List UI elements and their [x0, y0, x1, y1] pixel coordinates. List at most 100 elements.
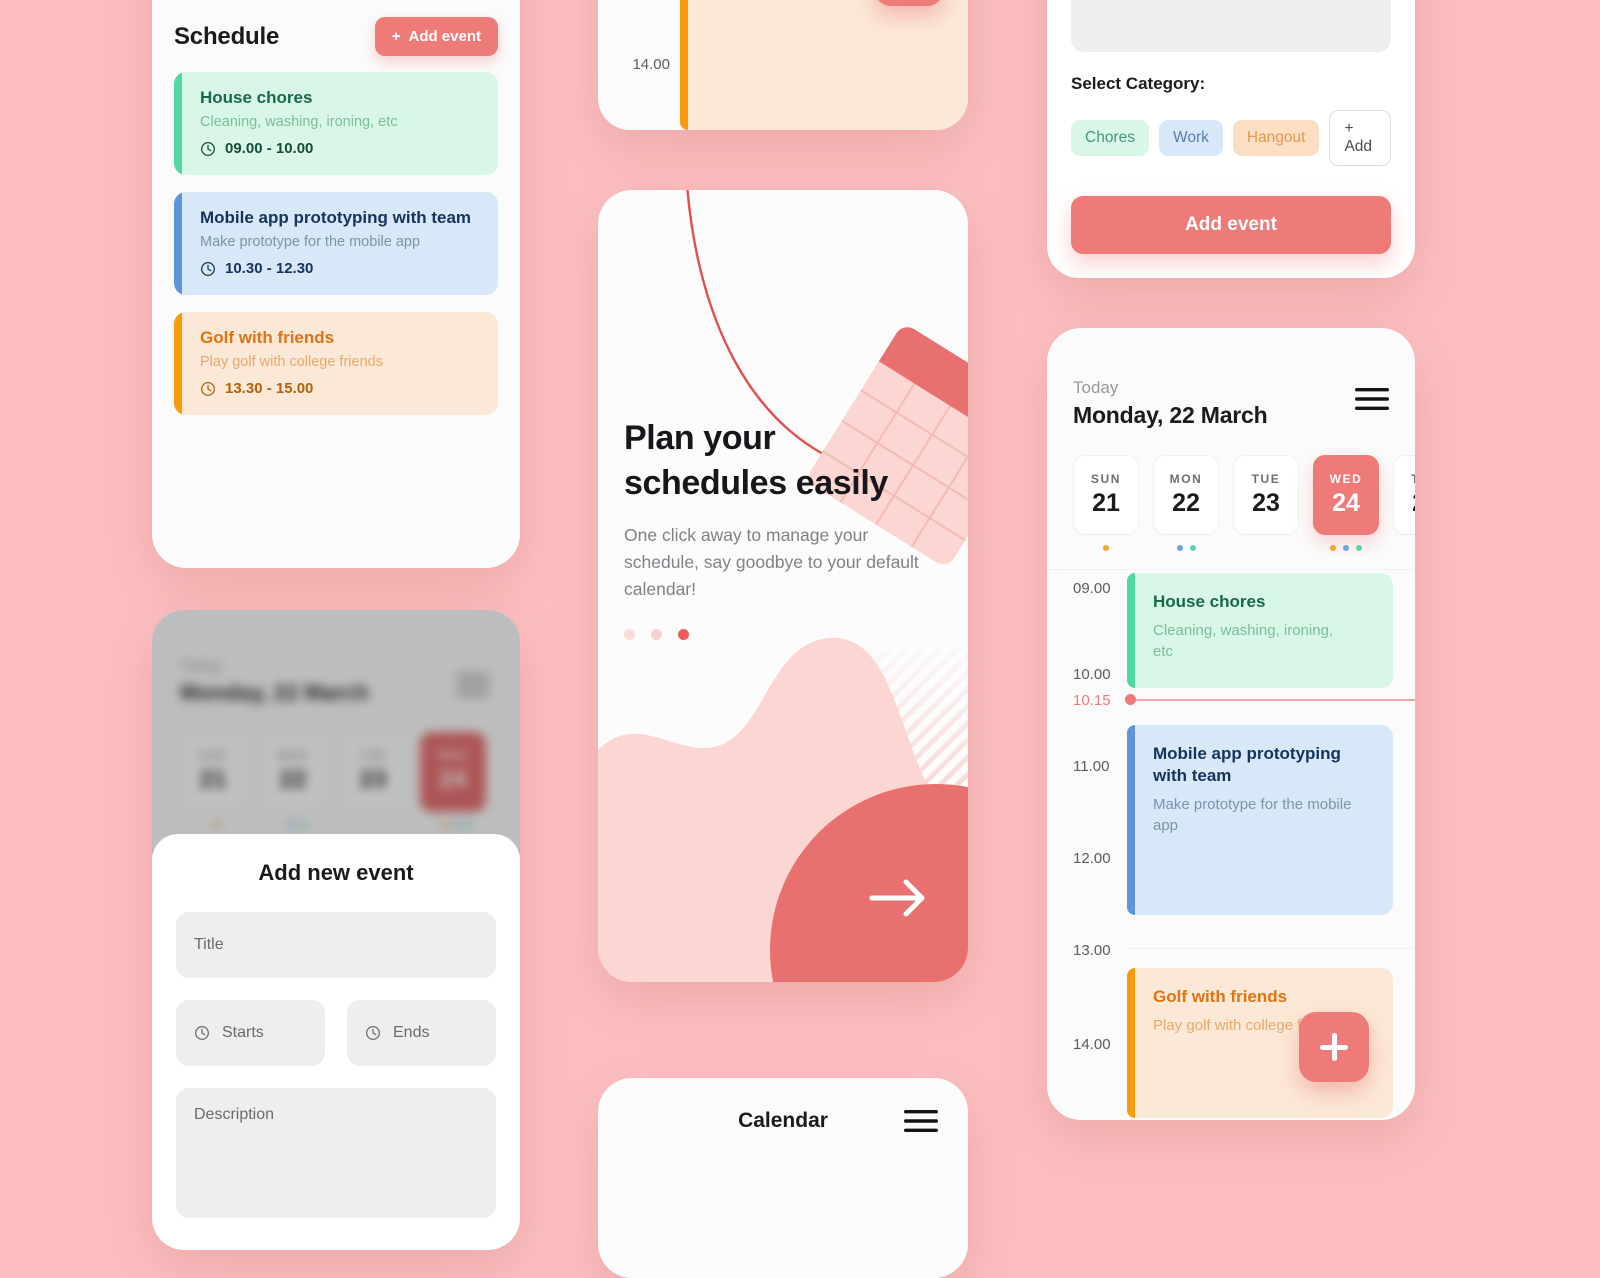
- event-title: Mobile app prototyping with team: [1153, 744, 1341, 786]
- onboarding-copy: Plan your schedules easily One click awa…: [624, 416, 938, 641]
- pagination-dot[interactable]: [624, 629, 635, 641]
- day-pill-mon[interactable]: MON 22: [1153, 455, 1219, 535]
- day-pill-sun[interactable]: SUN 21: [1073, 455, 1139, 535]
- starts-placeholder: Starts: [222, 1024, 264, 1041]
- indicator-dot: [1356, 545, 1362, 551]
- agenda-today-label: Today: [1073, 378, 1119, 397]
- strip-time-column: 14.00: [598, 0, 680, 130]
- strip-time-label: 14.00: [632, 56, 670, 73]
- add-event-fab[interactable]: [1299, 1012, 1369, 1082]
- day-pill-thu[interactable]: THU 25: [1393, 455, 1415, 535]
- clock-icon: [201, 141, 215, 156]
- hour-gridline: [1127, 948, 1415, 949]
- pagination-dot[interactable]: [678, 629, 689, 641]
- category-chip-add[interactable]: + Add: [1329, 110, 1391, 166]
- starts-field[interactable]: Starts: [176, 1000, 325, 1066]
- schedule-event-card[interactable]: Mobile app prototyping with team Make pro…: [174, 192, 498, 295]
- category-chip-hangout[interactable]: Hangout: [1232, 120, 1320, 156]
- day-pill-dots: [1153, 545, 1219, 553]
- day-pill-weekday: WED: [1329, 472, 1363, 486]
- day-pill-dots: [1073, 545, 1139, 553]
- modal-title: Add new event: [258, 860, 414, 885]
- event-time-text: 13.30 - 15.00: [225, 380, 314, 397]
- event-title: Mobile app prototyping with team: [200, 208, 472, 227]
- description-placeholder: Description: [194, 1106, 275, 1123]
- submit-add-event-button[interactable]: Add event: [1071, 196, 1391, 254]
- add-event-button[interactable]: + Add event: [374, 17, 498, 56]
- event-desc: Make prototype for the mobile app: [200, 234, 421, 250]
- event-desc: Play golf with college friends: [200, 354, 383, 370]
- indicator-dot: [1189, 545, 1196, 551]
- title-field[interactable]: Title: [176, 912, 496, 978]
- agenda-day-dots: [1073, 545, 1389, 553]
- event-time-text: 09.00 - 10.00: [225, 140, 314, 157]
- clock-icon: [201, 381, 215, 396]
- day-pill-number: 22: [1172, 489, 1200, 517]
- onboarding-heading-line2: schedules easily: [624, 463, 888, 502]
- plus-icon: +: [391, 28, 401, 45]
- hamburger-menu-icon[interactable]: [1355, 386, 1389, 412]
- screenshot-canvas: 7891011121314151616171819202122232425262…: [0, 0, 1600, 1278]
- day-pill-number: 21: [1092, 489, 1120, 517]
- onboarding-pagination-dots[interactable]: [624, 629, 938, 641]
- schedule-event-card[interactable]: Golf with friends Play golf with college …: [174, 312, 498, 415]
- clock-icon: [195, 1026, 209, 1040]
- indicator-dot: [1330, 545, 1336, 551]
- event-title: House chores: [200, 88, 313, 107]
- indicator-dot: [1103, 545, 1109, 551]
- event-desc: Cleaning, washing, ironing, etc: [1153, 622, 1334, 661]
- category-chip-chores[interactable]: Chores: [1071, 120, 1149, 156]
- onboarding-phone: Plan your schedules easily One click awa…: [598, 190, 968, 982]
- current-time-label: 10.15: [1073, 692, 1111, 709]
- arrow-right-icon[interactable]: [868, 876, 930, 920]
- day-pill-wed[interactable]: WED 24: [1313, 455, 1379, 535]
- pagination-dot[interactable]: [651, 629, 662, 641]
- select-category-label: Select Category:: [1071, 74, 1206, 93]
- event-time: 09.00 - 10.00: [200, 140, 480, 157]
- agenda-timeline: 09.00 10.00 10.15 11.00 12.00 13.00 14.0…: [1047, 570, 1415, 1118]
- current-time-dot: [1125, 694, 1136, 705]
- event-title: Golf with friends: [200, 328, 335, 347]
- calendar-title: Calendar: [738, 1109, 828, 1132]
- event-title: House chores: [1153, 592, 1266, 611]
- schedule-event-card[interactable]: House chores Cleaning, washing, ironing, …: [174, 72, 498, 175]
- day-pill-weekday: THU: [1411, 472, 1415, 486]
- hour-label: 14.00: [1073, 1036, 1111, 1053]
- category-chip-work[interactable]: Work: [1158, 120, 1223, 156]
- day-pill-weekday: SUN: [1090, 472, 1122, 486]
- indicator-dot: [1343, 545, 1349, 551]
- ends-field[interactable]: Ends: [347, 1000, 496, 1066]
- add-new-event-modal: Add new event Title Starts Ends Descript…: [152, 834, 520, 1250]
- month-schedule-phone: 7891011121314151616171819202122232425262…: [152, 0, 520, 568]
- day-agenda-phone: Today Monday, 22 March SUN 21 MON 22 TUE 23 WE…: [1047, 328, 1415, 1120]
- agenda-date: Monday, 22 March: [1073, 402, 1268, 428]
- event-desc: Cleaning, washing, ironing, etc: [200, 114, 398, 130]
- clock-icon: [366, 1026, 380, 1040]
- agenda-day-pills: SUN 21 MON 22 TUE 23 WED 24 THU 25: [1073, 455, 1415, 535]
- current-time-line: [1127, 699, 1415, 701]
- schedule-header: Schedule + Add event: [152, 0, 520, 68]
- event-time-text: 10.30 - 12.30: [225, 260, 314, 277]
- clock-icon: [201, 261, 215, 276]
- hour-label: 09.00: [1073, 580, 1111, 597]
- event-title: Golf with friends: [1153, 987, 1288, 1006]
- calendar-header-phone: Calendar: [598, 1078, 968, 1278]
- hour-label: 10.00: [1073, 666, 1111, 683]
- day-pill-weekday: MON: [1169, 472, 1203, 486]
- hour-label: 13.00: [1073, 942, 1111, 959]
- golf-event-card[interactable]: Golf with friends Play golf with college…: [680, 0, 968, 130]
- timeline-event-golf[interactable]: Golf with friends Play golf with college…: [1127, 968, 1393, 1118]
- add-event-modal-phone: Today Monday, 22 March SUN 21 MON 22 TUE 23 WE…: [152, 610, 520, 1250]
- description-field[interactable]: [1071, 0, 1391, 52]
- hamburger-menu-icon[interactable]: [904, 1108, 938, 1134]
- event-time: 13.30 - 15.00: [200, 380, 480, 397]
- ends-placeholder: Ends: [393, 1024, 430, 1041]
- hour-label: 11.00: [1073, 758, 1110, 775]
- description-field[interactable]: Description: [176, 1088, 496, 1218]
- indicator-dot: [1176, 545, 1183, 551]
- day-pill-tue[interactable]: TUE 23: [1233, 455, 1299, 535]
- timeline-event-mobile-app[interactable]: Mobile app prototyping with team Make pr…: [1127, 725, 1393, 915]
- title-placeholder: Title: [194, 936, 224, 953]
- timeline-event-house-chores[interactable]: House chores Cleaning, washing, ironing,…: [1127, 573, 1393, 688]
- day-pill-number: 25: [1412, 489, 1415, 518]
